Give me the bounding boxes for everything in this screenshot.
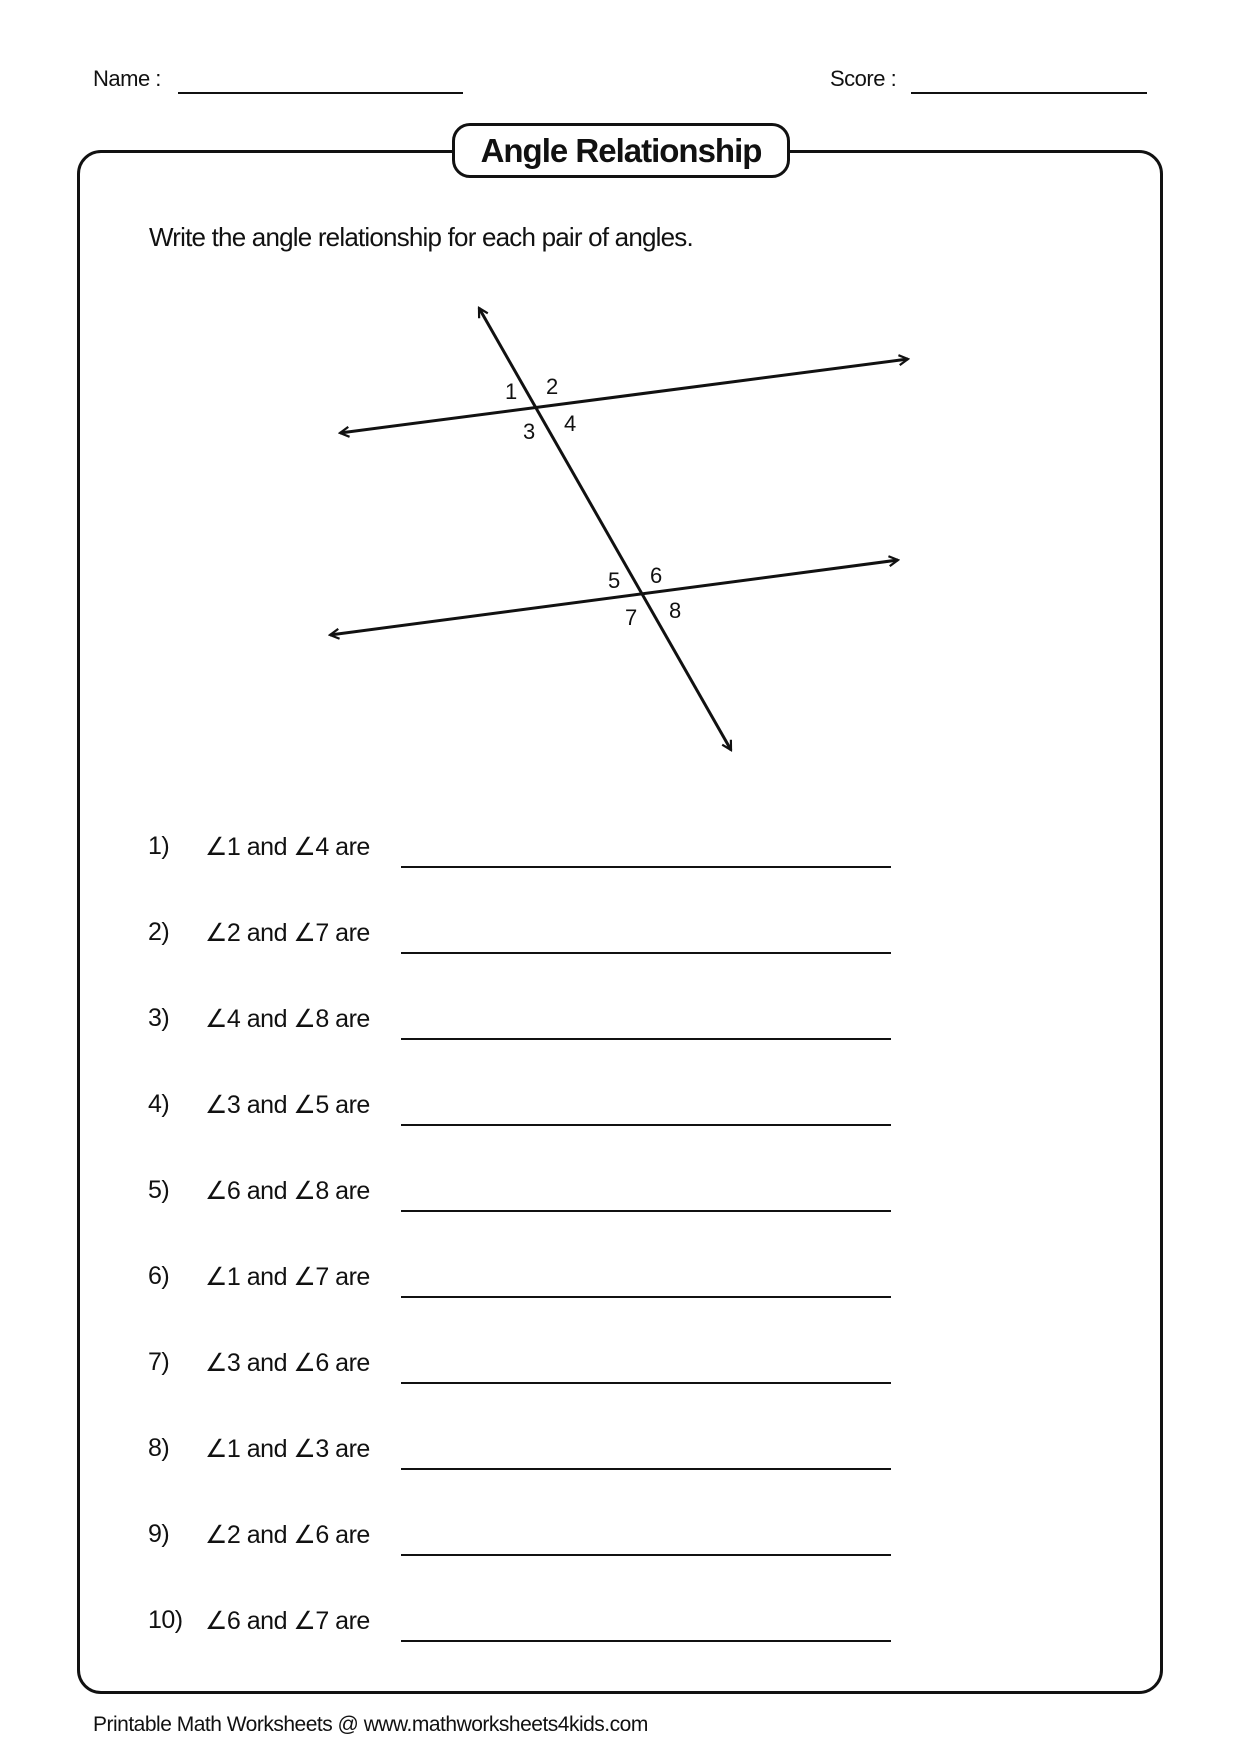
answer-blank[interactable] <box>401 1038 891 1040</box>
question-number: 3) <box>148 1004 170 1032</box>
footer-credit: Printable Math Worksheets @ www.mathwork… <box>93 1713 648 1736</box>
question-number: 4) <box>148 1090 170 1118</box>
answer-blank[interactable] <box>401 1640 891 1642</box>
angle-label-6: 6 <box>650 563 662 588</box>
transversal-line <box>477 308 733 750</box>
question-item: 7) ∠3 and ∠6 are <box>0 1348 1240 1388</box>
question-item: 10) ∠6 and ∠7 are <box>0 1606 1240 1646</box>
question-number: 8) <box>148 1434 170 1462</box>
question-number: 5) <box>148 1176 170 1204</box>
question-text: ∠1 and ∠4 are <box>205 833 370 861</box>
question-item: 1) ∠1 and ∠4 are <box>0 832 1240 872</box>
answer-blank[interactable] <box>401 1124 891 1126</box>
answer-blank[interactable] <box>401 1382 891 1384</box>
answer-blank[interactable] <box>401 1210 891 1212</box>
question-number: 9) <box>148 1520 170 1548</box>
question-item: 3) ∠4 and ∠8 are <box>0 1004 1240 1044</box>
angle-label-1: 1 <box>505 379 517 404</box>
question-number: 1) <box>148 832 170 860</box>
angle-label-7: 7 <box>625 605 637 630</box>
question-number: 10) <box>148 1606 183 1634</box>
answer-blank[interactable] <box>401 1296 891 1298</box>
angle-label-2: 2 <box>546 374 558 399</box>
answer-blank[interactable] <box>401 1468 891 1470</box>
question-item: 4) ∠3 and ∠5 are <box>0 1090 1240 1130</box>
question-number: 6) <box>148 1262 170 1290</box>
answer-blank[interactable] <box>401 866 891 868</box>
question-item: 2) ∠2 and ∠7 are <box>0 918 1240 958</box>
transversal-diagram: 1 2 3 4 5 6 7 8 <box>0 0 1240 800</box>
question-text: ∠4 and ∠8 are <box>205 1005 370 1033</box>
question-item: 8) ∠1 and ∠3 are <box>0 1434 1240 1474</box>
upper-parallel-line <box>340 359 908 433</box>
question-item: 9) ∠2 and ∠6 are <box>0 1520 1240 1560</box>
angle-label-3: 3 <box>523 419 535 444</box>
question-text: ∠1 and ∠7 are <box>205 1263 370 1291</box>
question-text: ∠2 and ∠7 are <box>205 919 370 947</box>
question-text: ∠1 and ∠3 are <box>205 1435 370 1463</box>
question-item: 5) ∠6 and ∠8 are <box>0 1176 1240 1216</box>
angle-label-5: 5 <box>608 568 620 593</box>
angle-label-4: 4 <box>564 411 576 436</box>
question-text: ∠3 and ∠6 are <box>205 1349 370 1377</box>
answer-blank[interactable] <box>401 1554 891 1556</box>
question-item: 6) ∠1 and ∠7 are <box>0 1262 1240 1302</box>
question-number: 2) <box>148 918 170 946</box>
question-text: ∠2 and ∠6 are <box>205 1521 370 1549</box>
question-text: ∠6 and ∠8 are <box>205 1177 370 1205</box>
question-text: ∠6 and ∠7 are <box>205 1607 370 1635</box>
angle-label-8: 8 <box>669 598 681 623</box>
question-text: ∠3 and ∠5 are <box>205 1091 370 1119</box>
answer-blank[interactable] <box>401 952 891 954</box>
question-number: 7) <box>148 1348 170 1376</box>
